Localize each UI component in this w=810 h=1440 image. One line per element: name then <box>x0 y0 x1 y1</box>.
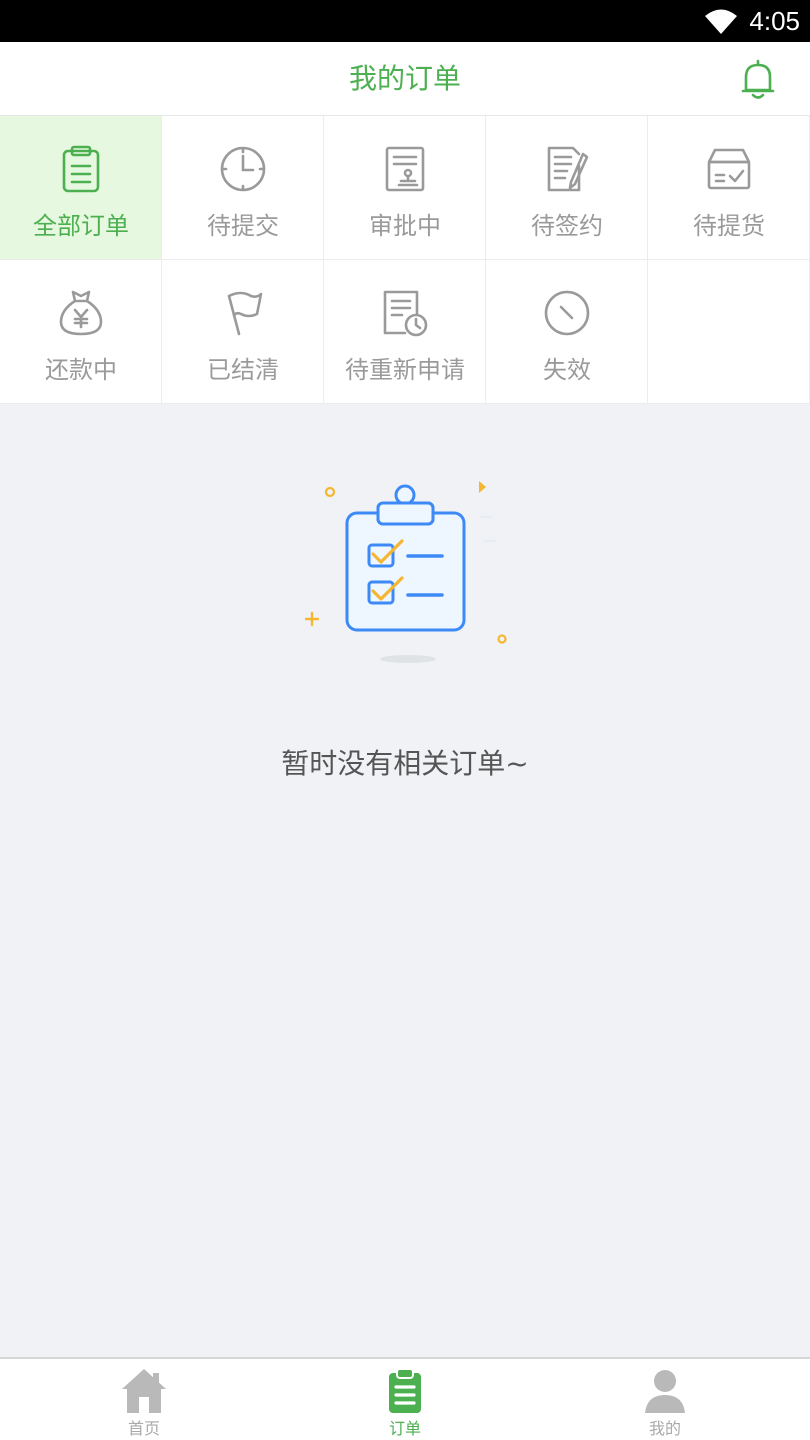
category-pending-sign[interactable]: 待签约 <box>486 116 648 260</box>
category-label: 待提交 <box>207 212 279 240</box>
category-label: 待重新申请 <box>345 356 465 384</box>
category-label: 待提货 <box>693 212 765 240</box>
status-time: 4:05 <box>749 6 800 36</box>
tab-label: 订单 <box>388 1419 421 1438</box>
category-under-approval[interactable]: 审批中 <box>324 116 486 260</box>
clipboard-icon <box>62 145 100 193</box>
category-repaying[interactable]: 还款中 <box>0 260 162 404</box>
wifi-icon <box>705 9 737 34</box>
category-label: 已结清 <box>207 356 279 384</box>
empty-clipboard-illustration <box>304 481 507 663</box>
category-pending-reapply[interactable]: 待重新申请 <box>324 260 486 404</box>
tab-label: 首页 <box>127 1419 160 1438</box>
category-all-orders[interactable]: 全部订单 <box>0 116 162 260</box>
tab-orders[interactable]: 订单 <box>270 1359 540 1440</box>
category-pending-pickup[interactable]: 待提货 <box>648 116 810 260</box>
order-clipboard-icon <box>389 1368 421 1413</box>
category-label: 还款中 <box>45 356 117 384</box>
status-bar: 4:05 <box>0 0 810 42</box>
category-settled[interactable]: 已结清 <box>162 260 324 404</box>
bottom-tab-bar: 首页 订单 我的 <box>0 1357 810 1440</box>
money-bag-icon <box>59 290 103 336</box>
box-check-icon <box>707 148 751 190</box>
tab-label: 我的 <box>648 1419 681 1438</box>
person-icon <box>645 1370 685 1413</box>
document-clock-icon <box>383 290 428 337</box>
order-category-grid: 全部订单 待提交 审批中 待签约 待提货 还款中 已结清 待重新申请 失效 <box>0 116 810 404</box>
category-label: 审批中 <box>369 212 441 240</box>
category-expired[interactable]: 失效 <box>486 260 648 404</box>
empty-state-message: 暂时没有相关订单~ <box>281 747 529 780</box>
document-stamp-icon <box>385 146 425 192</box>
clock-icon <box>220 146 266 192</box>
bell-icon[interactable] <box>740 58 776 100</box>
tab-home[interactable]: 首页 <box>9 1359 279 1440</box>
header: 我的订单 <box>0 42 810 116</box>
category-label: 待签约 <box>531 212 603 240</box>
expired-circle-icon <box>544 290 590 336</box>
tab-profile[interactable]: 我的 <box>530 1359 800 1440</box>
home-icon <box>122 1369 166 1413</box>
document-pen-icon <box>547 146 589 192</box>
category-pending-submit[interactable]: 待提交 <box>162 116 324 260</box>
category-empty-slot <box>648 260 810 404</box>
flag-icon <box>227 291 263 336</box>
category-label: 全部订单 <box>33 212 129 240</box>
category-label: 失效 <box>543 356 591 384</box>
page-title: 我的订单 <box>348 62 461 95</box>
